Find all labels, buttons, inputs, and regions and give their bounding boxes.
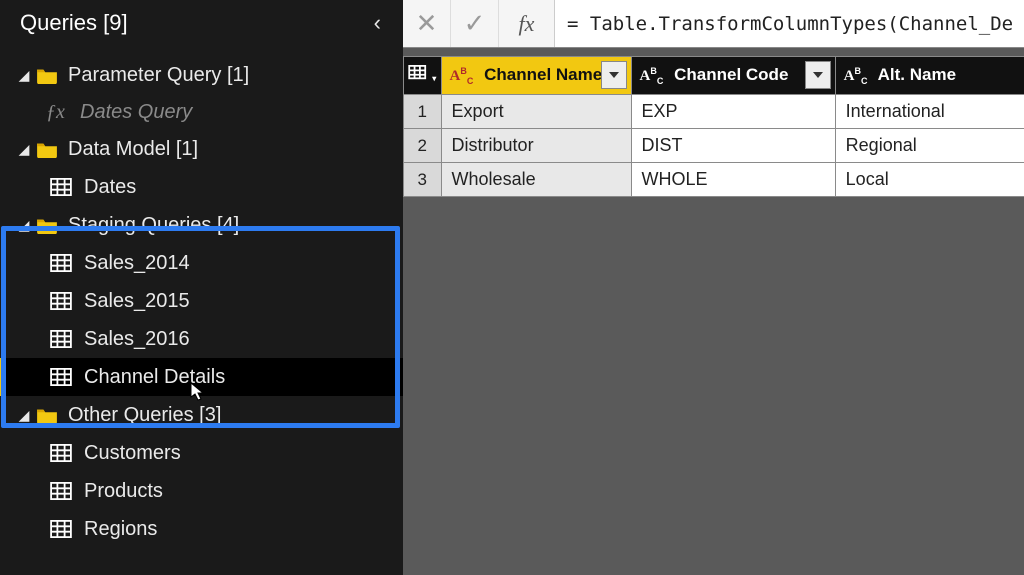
- table-icon: [50, 482, 72, 500]
- group-row-staging-queries[interactable]: ◢ Staging Queries [4]: [0, 206, 403, 244]
- query-item-channel-details[interactable]: Channel Details: [0, 358, 403, 396]
- row-number[interactable]: 3: [404, 163, 442, 197]
- caret-down-icon: ◢: [16, 141, 32, 158]
- caret-down-icon: ◢: [16, 67, 32, 84]
- column-header-channel-code[interactable]: ABC Channel Code: [631, 57, 835, 95]
- group-staging-queries: ◢ Staging Queries [4] Sales_2014: [0, 206, 403, 396]
- table-row[interactable]: 3 Wholesale WHOLE Local: [404, 163, 1024, 197]
- table-row[interactable]: 2 Distributor DIST Regional: [404, 129, 1024, 163]
- row-number[interactable]: 1: [404, 95, 442, 129]
- folder-icon: [36, 216, 58, 234]
- cell[interactable]: WHOLE: [631, 163, 835, 197]
- main-panel: ✕ ✓ fx ▾ ABC Channel Name: [403, 0, 1024, 575]
- cell[interactable]: DIST: [631, 129, 835, 163]
- folder-icon: [36, 140, 58, 158]
- column-filter-dropdown[interactable]: [805, 61, 831, 89]
- query-item-sales-2014[interactable]: Sales_2014: [0, 244, 403, 282]
- table-icon: [50, 292, 72, 310]
- table-row[interactable]: 1 Export EXP International: [404, 95, 1024, 129]
- column-header-channel-name[interactable]: ABC Channel Name: [441, 57, 631, 95]
- sidebar-title: Queries [9]: [20, 10, 128, 36]
- table-icon: [50, 444, 72, 462]
- type-text-icon: ABC: [640, 66, 664, 86]
- group-label: Parameter Query [1]: [68, 64, 249, 87]
- fx-icon: fx: [499, 0, 555, 47]
- group-row-other-queries[interactable]: ◢ Other Queries [3]: [0, 396, 403, 434]
- cell[interactable]: Regional: [835, 129, 1024, 163]
- query-item-label: Dates: [84, 176, 136, 199]
- data-grid: ▾ ABC Channel Name ABC Channel Code: [403, 56, 1024, 197]
- row-number[interactable]: 2: [404, 129, 442, 163]
- query-item-label: Regions: [84, 518, 157, 541]
- fx-query-dates[interactable]: ƒx Dates Query: [0, 94, 403, 130]
- cell[interactable]: Local: [835, 163, 1024, 197]
- formula-input[interactable]: [555, 0, 1024, 47]
- column-filter-dropdown[interactable]: [601, 61, 627, 89]
- fx-icon: ƒx: [46, 101, 74, 124]
- table-icon: [50, 254, 72, 272]
- collapse-sidebar-icon[interactable]: ‹: [368, 10, 387, 36]
- folder-icon: [36, 66, 58, 84]
- group-row-data-model[interactable]: ◢ Data Model [1]: [0, 130, 403, 168]
- cell[interactable]: EXP: [631, 95, 835, 129]
- formula-cancel-button[interactable]: ✕: [403, 0, 451, 47]
- type-text-icon: ABC: [450, 66, 474, 86]
- query-item-label: Channel Details: [84, 366, 225, 389]
- fx-query-label: Dates Query: [80, 101, 192, 124]
- folder-icon: [36, 406, 58, 424]
- chevron-down-icon: ▾: [432, 74, 436, 83]
- cell[interactable]: Distributor: [441, 129, 631, 163]
- data-grid-wrap: ▾ ABC Channel Name ABC Channel Code: [403, 48, 1024, 197]
- query-item-sales-2016[interactable]: Sales_2016: [0, 320, 403, 358]
- group-label: Other Queries [3]: [68, 404, 221, 427]
- queries-tree: ◢ Parameter Query [1] ƒx Dates Query ◢: [0, 50, 403, 548]
- column-name: Alt. Name: [878, 65, 956, 84]
- group-label: Staging Queries [4]: [68, 214, 239, 237]
- group-other-queries: ◢ Other Queries [3] Customers: [0, 396, 403, 548]
- query-item-label: Products: [84, 480, 163, 503]
- table-icon: [50, 178, 72, 196]
- formula-commit-button[interactable]: ✓: [451, 0, 499, 47]
- group-parameter-query: ◢ Parameter Query [1] ƒx Dates Query: [0, 56, 403, 130]
- query-item-dates[interactable]: Dates: [0, 168, 403, 206]
- query-item-label: Customers: [84, 442, 181, 465]
- cell[interactable]: International: [835, 95, 1024, 129]
- app-root: Queries [9] ‹ ◢ Parameter Query [1] ƒx D…: [0, 0, 1024, 575]
- cell[interactable]: Wholesale: [441, 163, 631, 197]
- query-item-sales-2015[interactable]: Sales_2015: [0, 282, 403, 320]
- caret-down-icon: ◢: [16, 217, 32, 234]
- query-item-label: Sales_2014: [84, 252, 190, 275]
- group-label: Data Model [1]: [68, 138, 198, 161]
- table-icon: [50, 368, 72, 386]
- cell[interactable]: Export: [441, 95, 631, 129]
- sidebar-header: Queries [9] ‹: [0, 0, 403, 50]
- query-item-label: Sales_2015: [84, 290, 190, 313]
- table-icon: [50, 330, 72, 348]
- query-item-label: Sales_2016: [84, 328, 190, 351]
- group-row-parameter-query[interactable]: ◢ Parameter Query [1]: [0, 56, 403, 94]
- column-header-alt-name[interactable]: ABC Alt. Name: [835, 57, 1024, 95]
- header-row: ▾ ABC Channel Name ABC Channel Code: [404, 57, 1024, 95]
- caret-down-icon: ◢: [16, 407, 32, 424]
- table-icon: [50, 520, 72, 538]
- formula-bar: ✕ ✓ fx: [403, 0, 1024, 48]
- query-item-products[interactable]: Products: [0, 472, 403, 510]
- query-item-customers[interactable]: Customers: [0, 434, 403, 472]
- type-text-icon: ABC: [844, 66, 868, 86]
- queries-sidebar: Queries [9] ‹ ◢ Parameter Query [1] ƒx D…: [0, 0, 403, 575]
- query-item-regions[interactable]: Regions: [0, 510, 403, 548]
- column-name: Channel Name: [484, 65, 602, 84]
- column-name: Channel Code: [674, 65, 788, 84]
- group-data-model: ◢ Data Model [1] Dates: [0, 130, 403, 206]
- select-all-corner[interactable]: ▾: [404, 57, 442, 95]
